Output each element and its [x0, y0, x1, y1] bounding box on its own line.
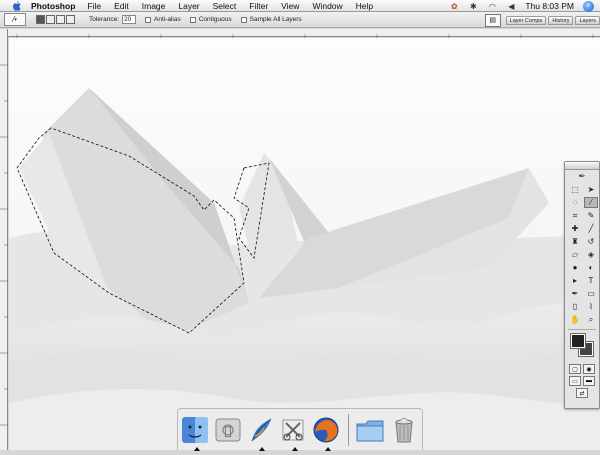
new-selection-button[interactable] [36, 15, 45, 24]
palette-well: ▤ Layer Comps History Layers [484, 12, 600, 28]
chevron-down-icon: ▾ [14, 16, 17, 23]
apple-menu-icon[interactable] [9, 0, 23, 11]
menu-image[interactable]: Image [142, 1, 166, 11]
spotlight-icon[interactable]: ⌕ [583, 0, 594, 12]
folder-icon [356, 420, 384, 441]
volume-icon[interactable]: ◀ [506, 1, 516, 11]
dock-photoshop[interactable] [246, 414, 275, 451]
paper-boat-artwork [9, 38, 600, 450]
dock-finder[interactable] [181, 414, 210, 451]
menu-select[interactable]: Select [213, 1, 237, 11]
dock-trash[interactable] [389, 414, 418, 446]
adium-icon[interactable]: ✿ [449, 1, 459, 11]
hand-tool-icon[interactable]: ✋ [568, 314, 582, 325]
toolbox-palette: ✒ ⬚ ➤ ◌ ⁄ ⌗ ✎ ✚ ╱ ♜ ↺ ▱ ◈ ● ◐ ▸ T ✒ ▭ ▯ … [564, 161, 600, 409]
color-swatches [568, 332, 596, 362]
dock:  [177, 408, 423, 451]
selection-mode-group [36, 15, 75, 24]
menu-help[interactable]: Help [356, 1, 373, 11]
crop-tool-icon[interactable]: ⌗ [568, 210, 582, 221]
menu-app-name[interactable]: Photoshop [31, 1, 75, 11]
tab-layers[interactable]: Layers [575, 15, 600, 25]
menu-window[interactable]: Window [312, 1, 342, 11]
clone-stamp-tool-icon[interactable]: ♜ [568, 236, 582, 247]
file-browser-button[interactable]: ▤ [484, 13, 501, 27]
tab-layer-comps[interactable]: Layer Comps [505, 15, 547, 25]
dock-system-preferences[interactable]:  [214, 414, 243, 446]
ruler-vertical[interactable] [0, 29, 8, 450]
lasso-tool-icon[interactable]: ◌ [568, 197, 582, 208]
toolbox-title-bar[interactable] [565, 162, 599, 170]
tolerance-input[interactable]: 20 [122, 15, 136, 24]
anti-alias-checkbox[interactable] [145, 16, 151, 23]
history-brush-tool-icon[interactable]: ↺ [584, 236, 598, 247]
document-canvas[interactable] [9, 38, 600, 450]
eraser-tool-icon[interactable]: ▱ [568, 249, 582, 260]
tab-history[interactable]: History [548, 15, 574, 25]
script-editor-icon [282, 419, 304, 440]
bluetooth-icon[interactable]: ✱ [468, 1, 478, 11]
menu-file[interactable]: File [87, 1, 101, 11]
path-selection-tool-icon[interactable]: ▸ [568, 275, 582, 286]
photoshop-feather-icon [251, 418, 271, 441]
contiguous-label: Contiguous [198, 16, 232, 23]
tolerance-label: Tolerance: [89, 16, 119, 23]
sample-all-layers-checkbox[interactable] [240, 16, 247, 23]
menu-edit[interactable]: Edit [114, 1, 129, 11]
dock-separator [348, 413, 350, 446]
standard-mode-button[interactable]: ▢ [569, 364, 581, 374]
subtract-from-selection-button[interactable] [56, 15, 65, 24]
toolbox-divider [568, 329, 596, 330]
anti-alias-label: Anti-alias [154, 16, 181, 23]
photoshop-feather-icon[interactable]: ✒ [565, 170, 599, 182]
pen-tool-icon[interactable]: ✒ [568, 288, 582, 299]
add-to-selection-button[interactable] [46, 15, 55, 24]
options-bar: ⁄ ▾ Tolerance: 20 Anti-alias Contiguous S… [0, 12, 600, 28]
blur-tool-icon[interactable]: ● [568, 262, 582, 273]
notes-tool-icon[interactable]: ▯ [568, 301, 582, 312]
screen-mode-standard-button[interactable]: ▭ [569, 376, 581, 386]
tool-preset-picker[interactable]: ⁄ ▾ [4, 13, 26, 26]
menu-view[interactable]: View [281, 1, 299, 11]
clock[interactable]: Thu 8:03 PM [525, 1, 574, 11]
contiguous-checkbox[interactable] [189, 16, 196, 23]
magic-wand-tool-icon[interactable]: ⁄ [584, 197, 598, 208]
quick-mask-mode-button[interactable]: ◉ [583, 364, 595, 374]
type-tool-icon[interactable]: T [584, 275, 598, 286]
firefox-icon [313, 417, 339, 442]
paint-bucket-tool-icon[interactable]: ◈ [584, 249, 598, 260]
marquee-tool-icon[interactable]: ⬚ [568, 184, 582, 195]
dock-documents-folder[interactable] [355, 414, 385, 446]
finder-icon [182, 416, 209, 443]
shape-tool-icon[interactable]: ▭ [584, 288, 598, 299]
dock-firefox[interactable] [312, 414, 341, 451]
brush-tool-icon[interactable]: ╱ [584, 223, 598, 234]
dodge-tool-icon[interactable]: ◐ [584, 262, 598, 273]
sample-all-layers-label: Sample All Layers [249, 16, 302, 23]
foreground-color-swatch[interactable] [570, 333, 586, 349]
zoom-tool-icon[interactable]: ⌕ [584, 314, 598, 325]
system-preferences-icon:  [215, 418, 241, 441]
eyedropper-tool-icon[interactable]: ⌇ [584, 301, 598, 312]
healing-brush-tool-icon[interactable]: ✚ [568, 223, 582, 234]
menu-bar: Photoshop File Edit Image Layer Select F… [0, 0, 600, 12]
ruler-horizontal[interactable] [8, 29, 600, 42]
slice-tool-icon[interactable]: ✎ [584, 210, 598, 221]
wifi-icon[interactable]: ◠ [487, 1, 497, 11]
move-tool-icon[interactable]: ➤ [584, 184, 598, 195]
screen-mode-full-button[interactable]: ▬ [583, 376, 595, 386]
menu-filter[interactable]: Filter [249, 1, 268, 11]
jump-to-imageready-button[interactable]: ⇄ [576, 388, 588, 398]
intersect-selection-button[interactable] [66, 15, 75, 24]
dock-script-editor[interactable] [279, 414, 308, 451]
menu-layer[interactable]: Layer [178, 1, 199, 11]
trash-icon [395, 417, 413, 442]
